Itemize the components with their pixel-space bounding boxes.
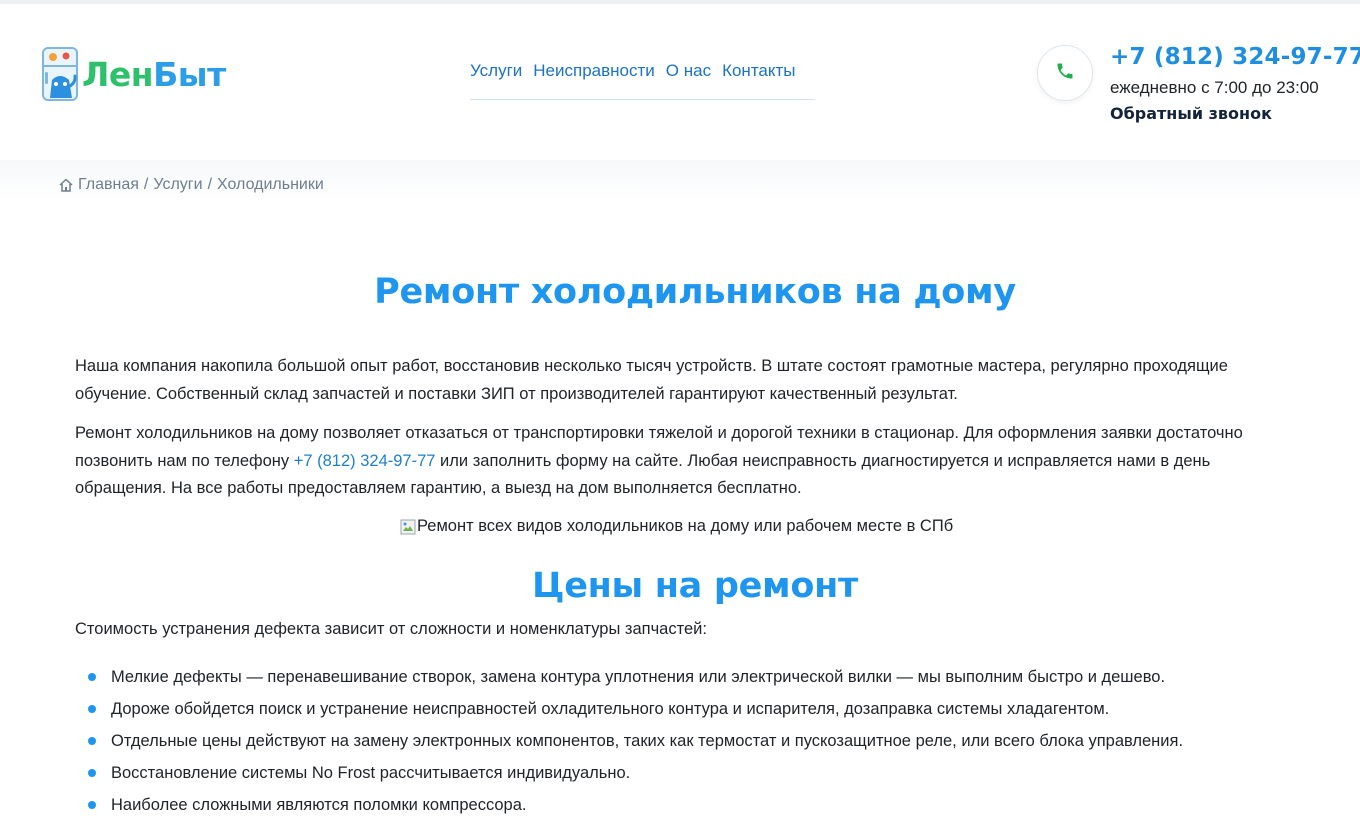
working-hours: ежедневно с 7:00 до 23:00: [1110, 78, 1319, 97]
header-phone-link[interactable]: +7 (812) 324-97-77: [1110, 44, 1360, 70]
breadcrumb-item-current: Холодильники: [217, 176, 324, 193]
list-item-text: Наиболее сложными являются поломки компр…: [111, 795, 527, 814]
inline-phone-link[interactable]: +7 (812) 324-97-77: [294, 452, 436, 470]
list-item-text: Дороже обойдется поиск и устранение неис…: [111, 699, 1110, 718]
home-icon[interactable]: [58, 177, 74, 193]
image-alt-text: Ремонт всех видов холодильников на дому …: [417, 517, 954, 535]
list-item: Мелкие дефекты — перенавешивание створок…: [88, 661, 1183, 693]
callback-link[interactable]: Обратный звонок: [1110, 104, 1272, 123]
list-item-text: Мелкие дефекты — перенавешивание створок…: [111, 667, 1166, 686]
list-item: Наиболее сложными являются поломки компр…: [88, 789, 1183, 821]
breadcrumb-separator: /: [207, 176, 213, 193]
nav-item-contacts[interactable]: Контакты: [722, 60, 795, 82]
main-nav: Услуги Неисправности О нас Контакты: [470, 60, 815, 100]
list-item: Восстановление системы No Frost рассчиты…: [88, 757, 1183, 789]
breadcrumb-separator: /: [143, 176, 149, 193]
intro-paragraph: Наша компания накопила большой опыт рабо…: [75, 357, 1228, 403]
phone-icon: [1055, 61, 1075, 85]
list-item-text: Восстановление системы No Frost рассчиты…: [111, 763, 631, 782]
nav-item-about[interactable]: О нас: [666, 60, 711, 82]
nav-item-faults[interactable]: Неисправности: [533, 60, 655, 82]
site-header: ЛенБыт Услуги Неисправности О нас Контак…: [0, 4, 1360, 160]
page-title: Ремонт холодильников на дому: [374, 272, 1016, 312]
breadcrumb: Главная / Услуги / Холодильники: [58, 176, 324, 194]
bullet-icon: [88, 801, 96, 809]
fridge-logo-icon: [40, 46, 80, 102]
phone-call-button[interactable]: [1037, 45, 1093, 101]
bullet-icon: [88, 705, 96, 713]
list-item: Дороже обойдется поиск и устранение неис…: [88, 693, 1183, 725]
bullet-icon: [88, 737, 96, 745]
list-item: Отдельные цены действуют на замену элект…: [88, 725, 1183, 757]
logo-text: ЛенБыт: [82, 55, 226, 94]
list-item-text: Отдельные цены действуют на замену элект…: [111, 731, 1184, 750]
breadcrumb-item-services[interactable]: Услуги: [153, 176, 202, 194]
prices-list: Мелкие дефекты — перенавешивание створок…: [88, 661, 1183, 821]
prices-title: Цены на ремонт: [532, 566, 858, 606]
broken-image-icon: [400, 519, 416, 535]
service-image: Ремонт всех видов холодильников на дому …: [400, 517, 953, 536]
prices-intro: Стоимость устранения дефекта зависит от …: [75, 620, 707, 638]
breadcrumb-item-home[interactable]: Главная: [78, 176, 139, 194]
service-paragraph: Ремонт холодильников на дому позволяет о…: [75, 420, 1300, 503]
logo-text-part1: Лен: [82, 54, 154, 94]
logo-text-part2: Быт: [153, 54, 226, 94]
bullet-icon: [88, 769, 96, 777]
nav-item-services[interactable]: Услуги: [470, 60, 522, 82]
site-logo[interactable]: ЛенБыт: [40, 44, 226, 104]
bullet-icon: [88, 673, 96, 681]
